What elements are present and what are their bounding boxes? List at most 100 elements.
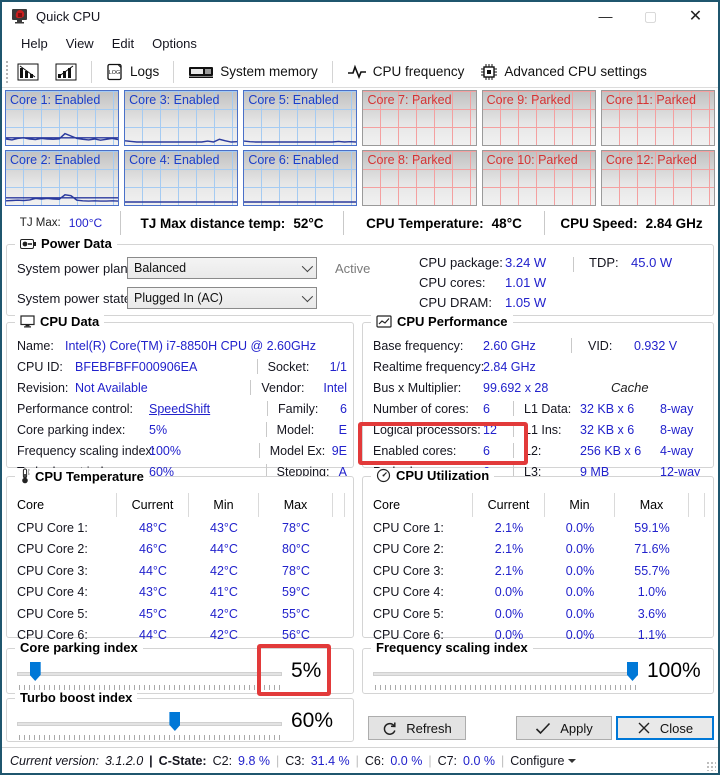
logs-button[interactable]: LOG Logs bbox=[98, 59, 167, 85]
core-tile-8[interactable]: Core 8: Parked bbox=[362, 150, 476, 206]
memory-icon bbox=[188, 65, 214, 79]
menu-view[interactable]: View bbox=[57, 32, 103, 55]
core-tile-label: Core 3: Enabled bbox=[129, 93, 219, 107]
cache-heading: Cache bbox=[611, 380, 649, 395]
frequency-pulse-icon bbox=[347, 64, 367, 80]
speedshift-link[interactable]: SpeedShift bbox=[149, 402, 210, 416]
close-label: Close bbox=[660, 721, 693, 736]
menu-options[interactable]: Options bbox=[143, 32, 206, 55]
c7-value: 0.0 % bbox=[463, 754, 495, 768]
refresh-button[interactable]: Refresh bbox=[368, 716, 466, 740]
cpu-package-value: 3.24 W bbox=[505, 255, 546, 270]
col-min: Min bbox=[545, 493, 615, 517]
power-plan-select[interactable]: Balanced bbox=[127, 257, 317, 279]
table-row: CPU Core 1:2.1%0.0%59.1% bbox=[373, 517, 705, 539]
bar-chart-ascending-icon bbox=[55, 63, 77, 81]
resize-grip[interactable] bbox=[706, 761, 716, 771]
configure-label: Configure bbox=[510, 754, 564, 768]
vendor-value: Intel bbox=[323, 381, 347, 395]
col-min: Min bbox=[189, 493, 259, 517]
turbo-boost-slider-thumb[interactable] bbox=[169, 712, 180, 731]
cpu-name-row: Name: Intel(R) Core(TM) i7-8850H CPU @ 2… bbox=[17, 335, 347, 356]
cpu-data-section: CPU Data Name: Intel(R) Core(TM) i7-8850… bbox=[6, 322, 354, 468]
chart-ascending-button[interactable] bbox=[47, 59, 85, 85]
core-tile-9[interactable]: Core 9: Parked bbox=[482, 90, 596, 146]
close-button[interactable]: Close bbox=[616, 716, 714, 740]
cpu-frequency-button[interactable]: CPU frequency bbox=[339, 60, 473, 84]
c6-value: 0.0 % bbox=[390, 754, 422, 768]
realtime-frequency-label: Realtime frequency: bbox=[373, 360, 483, 374]
configure-menu[interactable]: Configure bbox=[510, 754, 576, 768]
minimize-button[interactable]: — bbox=[583, 2, 628, 30]
cstate-label: C-State: bbox=[159, 754, 207, 768]
core-tile-11[interactable]: Core 11: Parked bbox=[601, 90, 715, 146]
table-row: CPU Core 4:43°C41°C59°C bbox=[17, 582, 345, 604]
core-4-activity-chart bbox=[125, 170, 237, 204]
c2-value: 9.8 % bbox=[238, 754, 270, 768]
close-icon bbox=[637, 721, 651, 735]
core-parking-index-row: Core parking index: 5% Model: E bbox=[17, 419, 347, 440]
core-tile-label: Core 1: Enabled bbox=[10, 93, 100, 107]
core-tile-label: Core 6: Enabled bbox=[248, 153, 338, 167]
power-state-select[interactable]: Plugged In (AC) bbox=[127, 287, 317, 309]
table-row: CPU Core 5:0.0%0.0%3.6% bbox=[373, 603, 705, 625]
core-parking-slider-thumb[interactable] bbox=[30, 662, 41, 681]
cpu-utilization-title: CPU Utilization bbox=[396, 468, 489, 483]
menu-edit[interactable]: Edit bbox=[103, 32, 143, 55]
advanced-cpu-settings-button[interactable]: Advanced CPU settings bbox=[472, 59, 655, 85]
slider-ticks bbox=[375, 685, 638, 690]
cpu-speed-value: 2.84 GHz bbox=[646, 216, 703, 231]
core-tile-5[interactable]: Core 5: Enabled bbox=[243, 90, 357, 146]
tj-max-label: TJ Max: bbox=[20, 217, 61, 229]
core-tile-12[interactable]: Core 12: Parked bbox=[601, 150, 715, 206]
frequency-scaling-slider-title: Frequency scaling index bbox=[376, 640, 528, 655]
power-plan-value: Balanced bbox=[134, 261, 186, 275]
base-frequency-value: 2.60 GHz bbox=[483, 339, 571, 353]
turbo-boost-slider-track[interactable] bbox=[17, 722, 282, 726]
core-tile-6[interactable]: Core 6: Enabled bbox=[243, 150, 357, 206]
divider bbox=[573, 257, 574, 272]
toolbar-separator bbox=[332, 61, 333, 83]
system-memory-button[interactable]: System memory bbox=[180, 60, 326, 83]
status-bar: Current version: 3.1.2.0 | C-State: C2: … bbox=[2, 747, 718, 773]
table-row: CPU Core 1:48°C43°C78°C bbox=[17, 517, 345, 539]
table-row: CPU Core 5:45°C42°C55°C bbox=[17, 603, 345, 625]
base-frequency-row: Base frequency: 2.60 GHz VID: 0.932 V bbox=[373, 335, 707, 356]
core-3-activity-chart bbox=[125, 110, 237, 144]
core-tile-7[interactable]: Core 7: Parked bbox=[362, 90, 476, 146]
core-tile-10[interactable]: Core 10: Parked bbox=[482, 150, 596, 206]
divider: | bbox=[356, 754, 359, 768]
svg-text:LOG: LOG bbox=[109, 70, 121, 76]
frequency-scaling-slider-track[interactable] bbox=[373, 672, 638, 676]
core-tile-1[interactable]: Core 1: Enabled bbox=[5, 90, 119, 146]
frequency-scaling-index-row: Frequency scaling index: 100% Model Ex: … bbox=[17, 440, 347, 461]
divider bbox=[267, 401, 268, 416]
core-tile-4[interactable]: Core 4: Enabled bbox=[124, 150, 238, 206]
apply-button[interactable]: Apply bbox=[516, 716, 612, 740]
table-row: CPU Core 2:46°C44°C80°C bbox=[17, 539, 345, 561]
maximize-button: ▢ bbox=[628, 2, 673, 30]
core-tile-label: Core 11: Parked bbox=[606, 93, 696, 107]
cpu-id-row: CPU ID: BFEBFBFF000906EA Socket: 1/1 bbox=[17, 356, 347, 377]
number-of-cores-label: Number of cores: bbox=[373, 402, 483, 416]
chart-descending-button[interactable] bbox=[9, 59, 47, 85]
core-tile-3[interactable]: Core 3: Enabled bbox=[124, 90, 238, 146]
power-plan-label: System power plan: bbox=[17, 261, 127, 276]
slider-ticks bbox=[19, 735, 282, 740]
core-tile-2[interactable]: Core 2: Enabled bbox=[5, 150, 119, 206]
gauge-icon bbox=[376, 468, 391, 483]
realtime-frequency-row: Realtime frequency: 2.84 GHz bbox=[373, 356, 707, 377]
toolbar-separator bbox=[173, 61, 174, 83]
menu-help[interactable]: Help bbox=[12, 32, 57, 55]
c6-label: C6: bbox=[365, 754, 384, 768]
tdp-label: TDP: bbox=[589, 255, 631, 270]
temperature-header-row: Core Current Min Max bbox=[17, 493, 345, 517]
cpu-package-label: CPU package: bbox=[419, 255, 505, 270]
frequency-scaling-slider-thumb[interactable] bbox=[627, 662, 638, 681]
version-value: 3.1.2.0 bbox=[105, 754, 143, 768]
core-parking-slider-track[interactable] bbox=[17, 672, 282, 676]
close-window-button[interactable]: ✕ bbox=[673, 2, 718, 30]
divider bbox=[513, 401, 514, 416]
l2-way: 4-way bbox=[660, 444, 693, 458]
divider bbox=[266, 422, 267, 437]
